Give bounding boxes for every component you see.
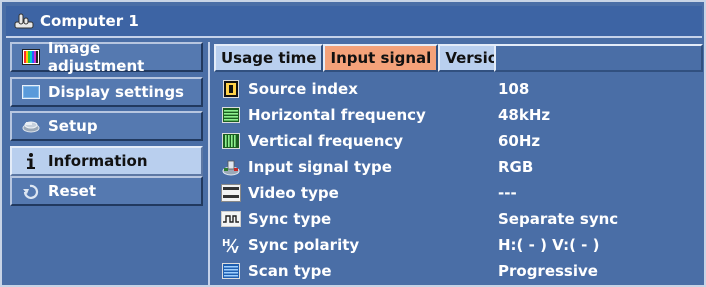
sidebar-item-label: Display settings bbox=[48, 83, 184, 101]
window-title: Computer 1 bbox=[40, 12, 139, 30]
source-index-icon bbox=[220, 80, 242, 98]
hand-cursor-icon bbox=[14, 12, 36, 30]
info-row-sync-polarity: H V Sync polarity H:( - ) V:( - ) bbox=[214, 232, 701, 258]
display-settings-icon bbox=[20, 83, 42, 101]
sync-polarity-icon: H V bbox=[220, 236, 242, 254]
info-label: Source index bbox=[248, 80, 358, 98]
info-value: Separate sync bbox=[498, 210, 619, 228]
info-value: 48kHz bbox=[498, 106, 551, 124]
info-row-sync-type: Sync type Separate sync bbox=[214, 206, 701, 232]
image-adjustment-icon bbox=[20, 48, 42, 66]
sidebar-item-label: Reset bbox=[48, 182, 96, 200]
sidebar-item-reset[interactable]: Reset bbox=[10, 176, 203, 206]
title-bar: Computer 1 bbox=[6, 6, 702, 38]
info-value: Progressive bbox=[498, 262, 598, 280]
info-label: Input signal type bbox=[248, 158, 392, 176]
sidebar-item-label: Image adjustment bbox=[47, 39, 145, 75]
sync-type-icon bbox=[220, 210, 242, 228]
info-label: Horizontal frequency bbox=[248, 106, 426, 124]
info-row-horizontal-frequency: Horizontal frequency 48kHz bbox=[214, 102, 701, 128]
info-icon bbox=[20, 152, 42, 170]
setup-icon bbox=[20, 117, 42, 135]
horizontal-frequency-icon bbox=[220, 106, 242, 124]
sidebar-item-information[interactable]: Information bbox=[10, 146, 203, 176]
tab-usage-time[interactable]: Usage time bbox=[214, 44, 324, 72]
information-panel: Usage time Input signal Version Source i… bbox=[214, 44, 703, 284]
info-row-vertical-frequency: Vertical frequency 60Hz bbox=[214, 128, 701, 154]
info-label: Sync type bbox=[248, 210, 332, 228]
info-value: 108 bbox=[498, 80, 530, 98]
sidebar-item-setup[interactable]: Setup bbox=[10, 111, 203, 141]
info-value: --- bbox=[498, 184, 517, 202]
info-row-input-signal-type: Input signal type RGB bbox=[214, 154, 701, 180]
info-row-source-index: Source index 108 bbox=[214, 76, 701, 102]
reset-icon bbox=[20, 182, 42, 200]
panel-divider bbox=[208, 42, 210, 285]
info-label: Video type bbox=[248, 184, 339, 202]
tab-bar: Usage time Input signal Version bbox=[214, 44, 516, 72]
input-signal-type-icon bbox=[220, 158, 242, 176]
tab-input-signal[interactable]: Input signal bbox=[323, 44, 439, 72]
svg-text:H: H bbox=[222, 238, 230, 249]
ntsc-pal-icon bbox=[220, 184, 242, 202]
info-value: 60Hz bbox=[498, 132, 541, 150]
info-value: H:( - ) V:( - ) bbox=[498, 236, 600, 254]
info-label: Scan type bbox=[248, 262, 332, 280]
info-row-scan-type: Scan type Progressive bbox=[214, 258, 701, 284]
sidebar-item-display-settings[interactable]: Display settings bbox=[10, 77, 203, 107]
svg-text:V: V bbox=[231, 245, 239, 254]
info-value: RGB bbox=[498, 158, 534, 176]
sidebar-item-image-adjustment[interactable]: Image adjustment bbox=[10, 39, 203, 75]
sidebar-item-label: Information bbox=[48, 152, 148, 170]
info-label: Vertical frequency bbox=[248, 132, 404, 150]
info-label: Sync polarity bbox=[248, 236, 360, 254]
tab-bar-filler bbox=[494, 44, 703, 72]
info-row-video-type: Video type --- bbox=[214, 180, 701, 206]
sidebar: Image adjustment Display settings Setup bbox=[10, 39, 203, 282]
osd-window: Computer 1 Image adjustment Display sett… bbox=[0, 0, 706, 287]
scan-type-icon bbox=[220, 262, 242, 280]
sidebar-item-label: Setup bbox=[48, 117, 98, 135]
vertical-frequency-icon bbox=[220, 132, 242, 150]
